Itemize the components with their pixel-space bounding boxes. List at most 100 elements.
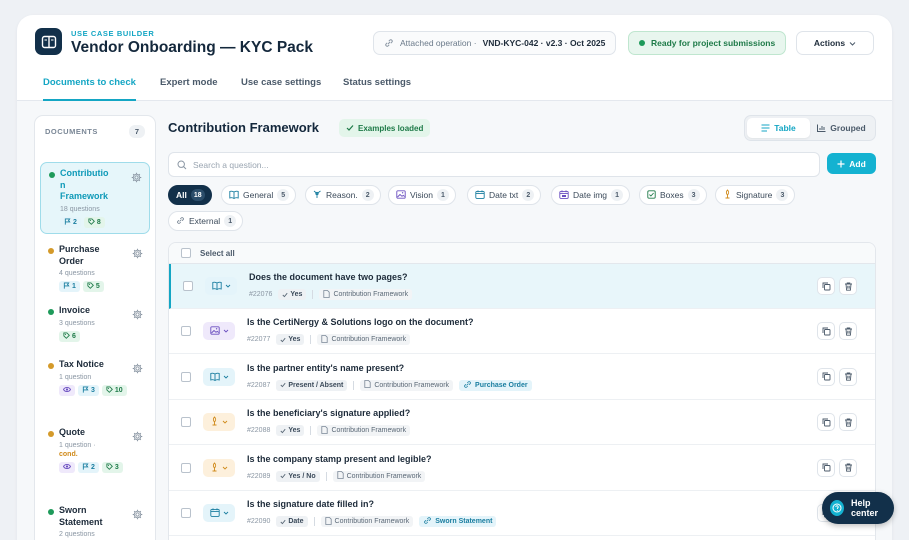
delete-button[interactable] xyxy=(839,458,857,477)
sidebar-document-item[interactable]: Quote 1 question · cond. 23 xyxy=(40,422,150,478)
source-document-badge: Contribution Framework xyxy=(317,334,411,346)
tab-status-settings[interactable]: Status settings xyxy=(343,77,411,101)
calendar-icon xyxy=(475,189,485,201)
table-row[interactable]: Is the partner entity's name present? #2… xyxy=(169,355,875,400)
checkbox-icon xyxy=(647,189,656,201)
attached-operation-pill[interactable]: Attached operation · VND-KYC-042 · v2.3 … xyxy=(373,31,617,55)
linked-document-badge[interactable]: Purchase Order xyxy=(459,379,532,391)
sidebar-document-item[interactable]: Tax Notice 1 question 3 10 xyxy=(40,354,150,401)
question-meta: #22077 Yes Contribution Framework xyxy=(247,334,411,346)
question-type-selector[interactable] xyxy=(203,367,235,386)
filter-date-img[interactable]: Date img 1 xyxy=(551,185,631,205)
row-checkbox[interactable] xyxy=(181,417,191,428)
table-row[interactable]: Does the document have two pages? #22076… xyxy=(169,264,875,309)
book-icon xyxy=(229,190,239,201)
question-id: #22076 xyxy=(249,291,273,298)
tab-use-case-settings[interactable]: Use case settings xyxy=(241,77,321,101)
tag-icon xyxy=(87,282,94,291)
gear-icon[interactable] xyxy=(132,246,143,264)
question-text[interactable]: Is the CertiNergy & Solutions logo on th… xyxy=(247,317,474,327)
question-text[interactable]: Is the signature date filled in? xyxy=(247,499,374,509)
duplicate-button[interactable] xyxy=(817,367,835,386)
duplicate-button[interactable] xyxy=(817,277,835,295)
question-text[interactable]: Does the document have two pages? xyxy=(249,272,408,282)
tab-documents-to-check[interactable]: Documents to check xyxy=(43,77,136,101)
sidebar-document-item[interactable]: Contributio n Framework 18 questions 28 xyxy=(40,162,150,234)
duplicate-button[interactable] xyxy=(817,413,835,432)
filter-external[interactable]: External 1 xyxy=(168,211,244,231)
question-type-selector[interactable] xyxy=(203,322,235,341)
add-question-button[interactable]: Add xyxy=(827,153,876,174)
sidebar-document-item[interactable]: Purchase Order 4 questions 15 xyxy=(40,239,150,297)
duplicate-button[interactable] xyxy=(817,322,835,341)
question-type-selector[interactable] xyxy=(205,277,237,295)
delete-button[interactable] xyxy=(839,413,857,432)
delete-button[interactable] xyxy=(839,277,857,295)
row-checkbox[interactable] xyxy=(181,371,191,382)
search-input[interactable] xyxy=(193,159,793,170)
filter-general[interactable]: General 5 xyxy=(221,185,297,205)
row-checkbox[interactable] xyxy=(181,326,191,337)
gear-icon[interactable] xyxy=(132,429,143,447)
status-dot xyxy=(639,40,645,46)
filter-signature[interactable]: Signature 3 xyxy=(715,185,796,205)
filter-reason[interactable]: Reason. 2 xyxy=(305,185,381,205)
source-document-badge: Contribution Framework xyxy=(319,289,413,300)
filter-count: 1 xyxy=(437,189,449,201)
question-type-selector[interactable] xyxy=(203,504,235,522)
select-all-checkbox[interactable] xyxy=(181,248,191,258)
filter-all[interactable]: All 18 xyxy=(168,185,212,205)
gear-icon[interactable] xyxy=(132,507,143,525)
gear-icon[interactable] xyxy=(131,170,142,188)
divider xyxy=(325,471,327,481)
app-logo-icon xyxy=(35,28,62,55)
table-row[interactable]: Is the beneficiary's signature applied? … xyxy=(169,400,875,446)
question-text[interactable]: Is the partner entity's name present? xyxy=(247,363,404,373)
trash-icon xyxy=(844,418,852,427)
row-checkbox[interactable] xyxy=(181,508,191,518)
question-type-selector[interactable] xyxy=(203,458,235,477)
question-text[interactable]: Is the beneficiary's signature applied? xyxy=(247,408,410,418)
signature-icon xyxy=(210,459,219,477)
view-table-label: Table xyxy=(774,123,796,133)
duplicate-button[interactable] xyxy=(817,458,835,477)
gear-icon[interactable] xyxy=(132,361,143,379)
document-icon xyxy=(323,289,331,300)
row-checkbox[interactable] xyxy=(181,462,191,473)
question-type-selector[interactable] xyxy=(203,413,235,432)
sidebar-document-item[interactable]: Sworn Statement 2 questions 14 xyxy=(40,500,150,540)
delete-button[interactable] xyxy=(839,322,857,341)
table-row[interactable]: Is the company stamp present and legible… xyxy=(169,446,875,491)
filter-vision[interactable]: Vision 1 xyxy=(388,185,456,205)
question-text[interactable]: Is the company stamp present and legible… xyxy=(247,454,432,464)
document-chip: 3 xyxy=(78,384,99,396)
question-search-box[interactable] xyxy=(168,152,820,177)
linked-document-badge[interactable]: Sworn Statement xyxy=(419,516,497,527)
signature-icon xyxy=(723,189,732,201)
tab-expert-mode[interactable]: Expert mode xyxy=(160,77,218,101)
calendar-image-icon xyxy=(559,189,569,201)
filter-date-txt[interactable]: Date txt 2 xyxy=(467,185,542,205)
trash-icon xyxy=(844,372,852,381)
help-center-button[interactable]: Help center xyxy=(822,492,894,524)
view-table-button[interactable]: Table xyxy=(747,118,810,138)
row-checkbox[interactable] xyxy=(183,281,193,291)
table-row[interactable]: Is the signature date filled in? #22090 … xyxy=(169,491,875,536)
bar-chart-icon xyxy=(817,124,826,132)
chip-count: 2 xyxy=(73,218,77,226)
delete-button[interactable] xyxy=(839,367,857,386)
table-row[interactable]: Is the CertiNergy & Solutions logo on th… xyxy=(169,309,875,355)
book-icon xyxy=(211,277,222,295)
document-icon xyxy=(324,516,332,527)
chevron-down-icon xyxy=(223,330,228,334)
page-title: Vendor Onboarding — KYC Pack xyxy=(71,39,314,56)
gear-icon[interactable] xyxy=(132,307,143,325)
sidebar-document-item[interactable]: Invoice 3 questions 6 xyxy=(40,300,150,347)
view-grouped-button[interactable]: Grouped xyxy=(810,118,873,138)
check-icon xyxy=(346,125,354,131)
actions-button[interactable]: Actions xyxy=(796,31,874,55)
plus-icon xyxy=(837,160,845,167)
filter-boxes[interactable]: Boxes 3 xyxy=(639,185,707,205)
trash-icon xyxy=(844,282,852,291)
documents-count-badge: 7 xyxy=(129,125,145,138)
